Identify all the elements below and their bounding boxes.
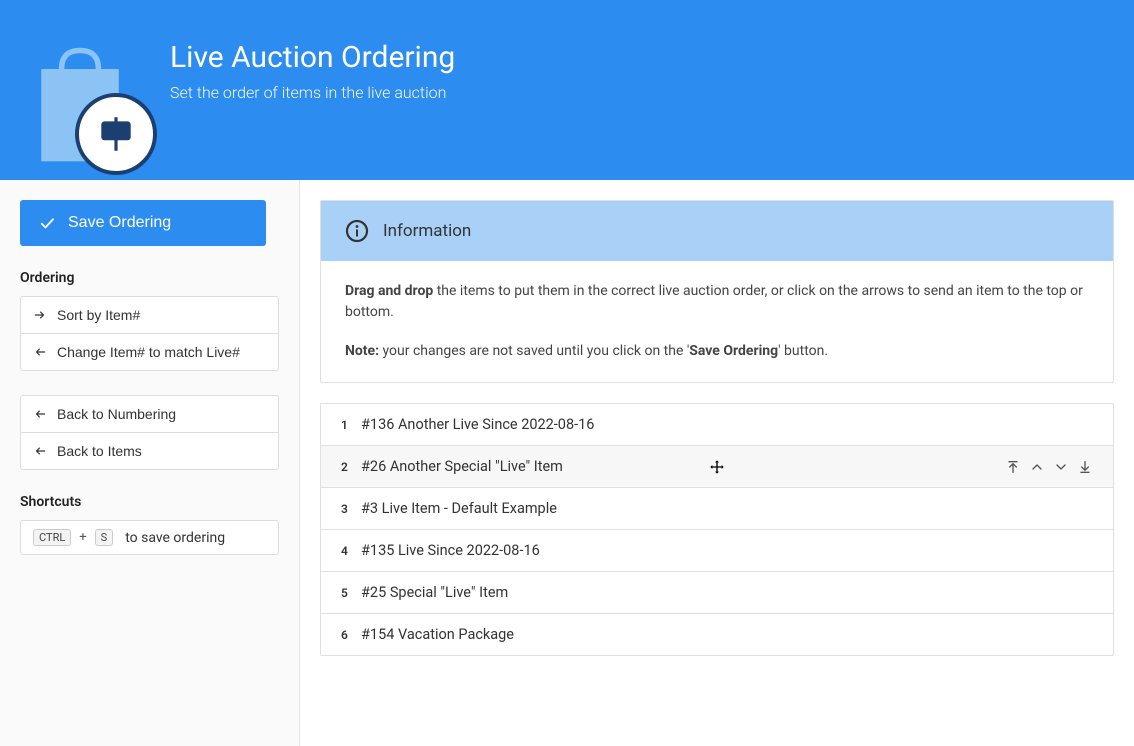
item-label: #136 Another Live Since 2022-08-16 — [361, 416, 594, 433]
kbd-s: S — [95, 529, 114, 546]
info-panel: Information Drag and drop the items to p… — [320, 200, 1114, 383]
back-to-items-button[interactable]: Back to Items — [20, 433, 279, 470]
list-item[interactable]: 1#136 Another Live Since 2022-08-16 — [321, 404, 1113, 446]
sort-by-item-label: Sort by Item# — [57, 307, 140, 323]
main-content: Information Drag and drop the items to p… — [300, 180, 1134, 746]
arrow-left-icon — [33, 407, 47, 421]
page-header: Live Auction Ordering Set the order of i… — [0, 0, 1134, 180]
list-item[interactable]: 5#25 Special "Live" Item — [321, 572, 1113, 614]
kbd-plus: + — [79, 530, 86, 545]
row-arrow-controls — [1005, 459, 1093, 475]
arrow-left-icon — [33, 345, 47, 359]
page-title: Live Auction Ordering — [170, 40, 455, 75]
save-ordering-button[interactable]: Save Ordering — [20, 200, 266, 246]
item-label: #3 Live Item - Default Example — [361, 500, 557, 517]
header-logo — [30, 30, 140, 170]
back-to-numbering-button[interactable]: Back to Numbering — [20, 395, 279, 433]
ordering-section-label: Ordering — [20, 270, 279, 286]
move-cursor-icon — [709, 459, 725, 475]
item-number: 4 — [341, 544, 361, 558]
item-number: 5 — [341, 586, 361, 600]
item-number: 6 — [341, 628, 361, 642]
auction-sign-icon — [75, 93, 157, 175]
info-panel-header: Information — [321, 201, 1113, 261]
back-to-numbering-label: Back to Numbering — [57, 406, 176, 422]
item-label: #25 Special "Live" Item — [361, 584, 508, 601]
check-icon — [38, 214, 56, 232]
item-number: 3 — [341, 502, 361, 516]
change-item-to-live-button[interactable]: Change Item# to match Live# — [20, 334, 279, 371]
shortcut-item: CTRL + S to save ordering — [20, 520, 279, 555]
shortcut-description: to save ordering — [125, 530, 225, 546]
list-item[interactable]: 2#26 Another Special "Live" Item — [321, 446, 1113, 488]
info-panel-body: Drag and drop the items to put them in t… — [321, 261, 1113, 382]
item-label: #154 Vacation Package — [361, 626, 514, 643]
item-number: 2 — [341, 460, 361, 474]
item-label: #135 Live Since 2022-08-16 — [361, 542, 540, 559]
page-subtitle: Set the order of items in the live aucti… — [170, 83, 455, 102]
move-down-icon[interactable] — [1053, 459, 1069, 475]
item-number: 1 — [341, 418, 361, 432]
change-item-to-live-label: Change Item# to match Live# — [57, 344, 240, 360]
move-up-icon[interactable] — [1029, 459, 1045, 475]
sort-by-item-button[interactable]: Sort by Item# — [20, 296, 279, 334]
save-button-label: Save Ordering — [68, 214, 171, 232]
shortcuts-section-label: Shortcuts — [20, 494, 279, 510]
kbd-ctrl: CTRL — [33, 529, 71, 546]
arrow-right-icon — [33, 308, 47, 322]
item-label: #26 Another Special "Live" Item — [361, 458, 563, 475]
move-to-top-icon[interactable] — [1005, 459, 1021, 475]
list-item[interactable]: 4#135 Live Since 2022-08-16 — [321, 530, 1113, 572]
info-paragraph-2: Note: your changes are not saved until y… — [345, 341, 1089, 362]
header-text: Live Auction Ordering Set the order of i… — [170, 30, 455, 102]
arrow-left-icon — [33, 444, 47, 458]
list-item[interactable]: 3#3 Live Item - Default Example — [321, 488, 1113, 530]
back-to-items-label: Back to Items — [57, 443, 142, 459]
info-panel-title: Information — [383, 221, 471, 241]
move-to-bottom-icon[interactable] — [1077, 459, 1093, 475]
list-item[interactable]: 6#154 Vacation Package — [321, 614, 1113, 655]
item-list: 1#136 Another Live Since 2022-08-162#26 … — [320, 403, 1114, 656]
info-icon — [345, 219, 369, 243]
sidebar: Save Ordering Ordering Sort by Item# Cha… — [0, 180, 300, 746]
info-paragraph-1: Drag and drop the items to put them in t… — [345, 281, 1089, 323]
